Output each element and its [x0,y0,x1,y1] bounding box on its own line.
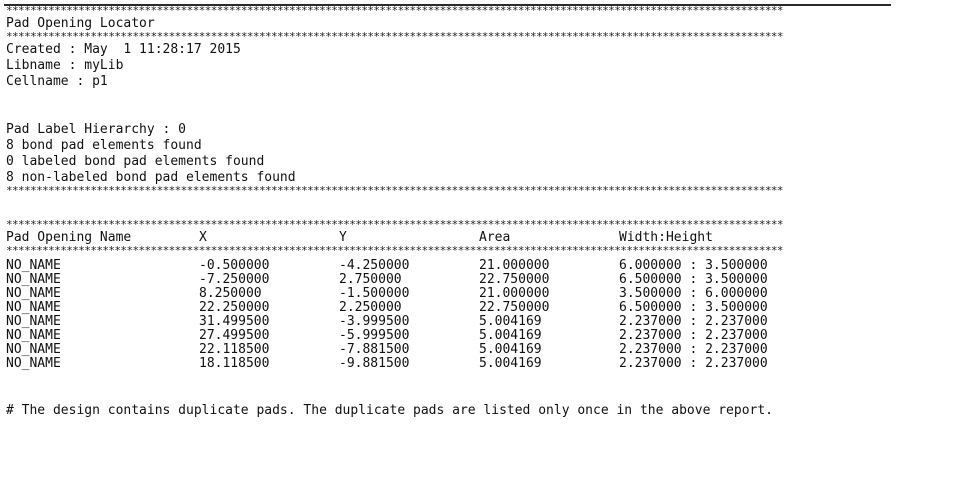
cell-name: NO_NAME [6,286,61,301]
cell-name: NO_NAME [6,328,61,343]
duplicate-pads-footnote: # The design contains duplicate pads. Th… [6,403,774,418]
cell-name: NO_NAME [6,300,61,315]
header-area: Area [479,230,511,245]
report-title: Pad Opening Locator [6,16,155,31]
cell-name: NO_NAME [6,258,61,273]
table-row: NO_NAME 22.118500 -7.881500 5.004169 2.2… [6,343,946,357]
cell-y: -5.999500 [339,328,410,343]
cell-width-height: 6.000000 : 3.500000 [619,258,768,273]
header-x: X [199,230,207,245]
table-row: NO_NAME 8.250000 -1.500000 21.000000 3.5… [6,287,946,301]
table-row: NO_NAME -7.250000 2.750000 22.750000 6.5… [6,273,946,287]
cell-y: -7.881500 [339,342,410,357]
cell-name: NO_NAME [6,272,61,287]
cell-width-height: 3.500000 : 6.000000 [619,286,768,301]
cell-area: 22.750000 [479,300,550,315]
table-header-row: Pad Opening Name X Y Area Width:Height [6,230,946,246]
nonlabeled-pads-found-line: 8 non-labeled bond pad elements found [6,170,296,185]
cell-name: NO_NAME [6,314,61,329]
table-row: NO_NAME 18.118500 -9.881500 5.004169 2.2… [6,357,946,371]
header-pad-opening-name: Pad Opening Name [6,230,132,245]
created-line: Created : May 1 11:28:17 2015 [6,42,241,57]
libname-line: Libname : myLib [6,58,124,73]
cell-x: 31.499500 [199,314,270,329]
cell-width-height: 2.237000 : 2.237000 [619,314,768,329]
separator-rule: ****************************************… [6,246,784,256]
cell-y: -9.881500 [339,356,410,371]
cell-y: -3.999500 [339,314,410,329]
labeled-pads-found-line: 0 labeled bond pad elements found [6,154,265,169]
cell-x: 27.499500 [199,328,270,343]
cell-x: 22.250000 [199,300,270,315]
cell-width-height: 6.500000 : 3.500000 [619,300,768,315]
cell-area: 5.004169 [479,314,542,329]
cell-width-height: 2.237000 : 2.237000 [619,328,768,343]
table-row: NO_NAME 31.499500 -3.999500 5.004169 2.2… [6,315,946,329]
table-row: NO_NAME 27.499500 -5.999500 5.004169 2.2… [6,329,946,343]
cell-x: -0.500000 [199,258,270,273]
cell-name: NO_NAME [6,342,61,357]
cell-area: 5.004169 [479,342,542,357]
cell-width-height: 6.500000 : 3.500000 [619,272,768,287]
cell-x: 22.118500 [199,342,270,357]
cell-x: -7.250000 [199,272,270,287]
cell-width-height: 2.237000 : 2.237000 [619,342,768,357]
cell-x: 8.250000 [199,286,262,301]
bond-pads-found-line: 8 bond pad elements found [6,138,202,153]
report-text-area: ****************************************… [6,6,946,419]
cell-width-height: 2.237000 : 2.237000 [619,356,768,371]
cell-y: 2.250000 [339,300,402,315]
cell-y: -4.250000 [339,258,410,273]
cell-name: NO_NAME [6,356,61,371]
cell-area: 5.004169 [479,356,542,371]
separator-rule: ****************************************… [6,6,784,16]
table-row: NO_NAME 22.250000 2.250000 22.750000 6.5… [6,301,946,315]
cell-area: 5.004169 [479,328,542,343]
cell-y: -1.500000 [339,286,410,301]
header-width-height: Width:Height [619,230,713,245]
cellname-line: Cellname : p1 [6,74,108,89]
cell-area: 21.000000 [479,286,550,301]
separator-rule: ****************************************… [6,220,784,230]
separator-rule: ****************************************… [6,32,784,42]
separator-rule: ****************************************… [6,186,784,196]
cell-area: 22.750000 [479,272,550,287]
cell-area: 21.000000 [479,258,550,273]
cell-x: 18.118500 [199,356,270,371]
hierarchy-line: Pad Label Hierarchy : 0 [6,122,187,137]
header-y: Y [339,230,347,245]
cell-y: 2.750000 [339,272,402,287]
table-row: NO_NAME -0.500000 -4.250000 21.000000 6.… [6,259,946,273]
